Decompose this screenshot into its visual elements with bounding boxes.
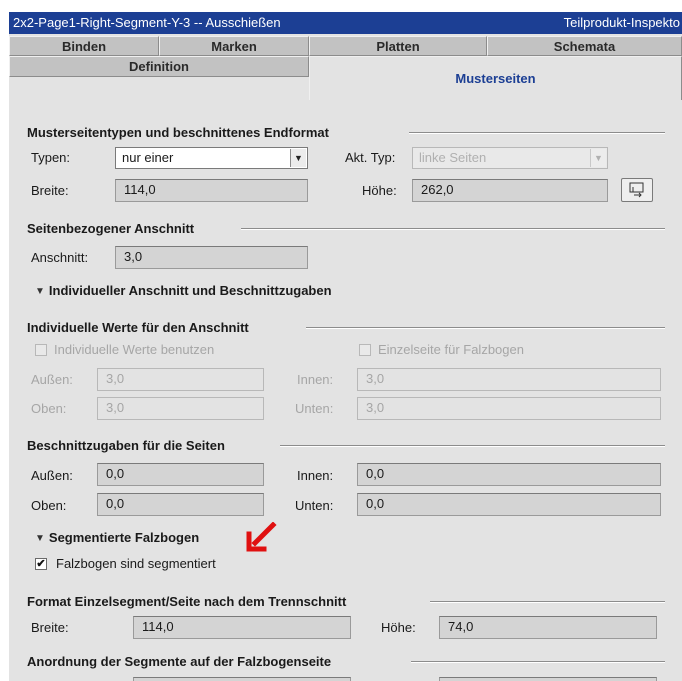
ind-innen-label: Innen: (297, 372, 334, 387)
aussen-field[interactable]: 0,0 (97, 463, 264, 486)
falzbogen-segmentiert-checkbox[interactable]: ✔ (35, 558, 47, 570)
oben-field[interactable]: 0,0 (97, 493, 264, 516)
typen-label: Typen: (31, 150, 71, 165)
ind-unten-field: 3,0 (357, 397, 661, 420)
individueller-anschnitt-toggle[interactable]: ▼ Individueller Anschnitt und Beschnittzu… (35, 283, 332, 298)
window-title: 2x2-Page1-Right-Segment-Y-3 -- Ausschieß… (13, 15, 281, 30)
ind-aussen-label: Außen: (31, 372, 73, 387)
red-arrow-icon (246, 522, 277, 552)
akt-typ-label: Akt. Typ: (345, 150, 396, 165)
breite-label: Breite: (31, 183, 69, 198)
individuelle-werte-heading: Individuelle Werte für den Anschnitt (27, 320, 249, 335)
anschnitt-label: Anschnitt: (31, 250, 89, 265)
ind-oben-label: Oben: (31, 401, 67, 416)
seitenbezogen-heading: Seitenbezogener Anschnitt (27, 221, 195, 236)
einzelseite-label: Einzelseite für Falzbogen (378, 342, 524, 357)
anordnung-field-left[interactable] (133, 677, 351, 681)
seg-hoehe-label: Höhe: (381, 620, 416, 635)
divider (409, 132, 665, 134)
unten-field[interactable]: 0,0 (357, 493, 661, 516)
oben-label: Oben: (31, 498, 67, 513)
segmentierte-falzbogen-toggle[interactable]: ▼ Segmentierte Falzbogen (35, 530, 199, 545)
typen-value: nur einer (122, 150, 174, 165)
segmentierte-falzbogen-label: Segmentierte Falzbogen (48, 530, 200, 545)
divider (306, 327, 665, 329)
individueller-anschnitt-label: Individueller Anschnitt und Beschnittzug… (48, 283, 332, 298)
innen-label: Innen: (297, 468, 334, 483)
ind-unten-label: Unten: (295, 401, 334, 416)
divider (280, 445, 665, 447)
triangle-down-icon: ▼ (35, 286, 45, 297)
beschnittzugaben-heading: Beschnittzugaben für die Seiten (27, 438, 225, 453)
seg-hoehe-field[interactable]: 74,0 (439, 616, 657, 639)
title-bar: 2x2-Page1-Right-Segment-Y-3 -- Ausschieß… (9, 12, 682, 34)
anordnung-heading: Anordnung der Segmente auf der Falzbogen… (27, 654, 332, 669)
format-einzelsegment-heading: Format Einzelsegment/Seite nach dem Tren… (27, 594, 347, 609)
einzelseite-checkbox (359, 344, 371, 356)
ind-oben-field: 3,0 (97, 397, 264, 420)
tab-definition[interactable]: Definition (9, 56, 309, 77)
divider (411, 661, 665, 663)
anordnung-field-right[interactable] (439, 677, 657, 681)
seg-breite-label: Breite: (31, 620, 69, 635)
divider (430, 601, 665, 603)
chevron-down-icon: ▼ (590, 149, 606, 167)
unten-label: Unten: (295, 498, 334, 513)
chevron-down-icon[interactable]: ▼ (290, 149, 306, 167)
seg-breite-field[interactable]: 114,0 (133, 616, 351, 639)
breite-field[interactable]: 114,0 (115, 179, 308, 202)
hoehe-field[interactable]: 262,0 (412, 179, 608, 202)
aussen-label: Außen: (31, 468, 73, 483)
anschnitt-field[interactable]: 3,0 (115, 246, 308, 269)
hoehe-label: Höhe: (362, 183, 397, 198)
akt-typ-value: linke Seiten (419, 150, 487, 165)
tab-schemata[interactable]: Schemata (487, 36, 682, 56)
swap-dimensions-icon (629, 182, 644, 198)
inspector-window: 2x2-Page1-Right-Segment-Y-3 -- Ausschieß… (0, 0, 682, 681)
tab-binden[interactable]: Binden (9, 36, 159, 56)
individuelle-werte-label: Individuelle Werte benutzen (54, 342, 215, 357)
innen-field[interactable]: 0,0 (357, 463, 661, 486)
divider (241, 228, 665, 230)
tab-marken[interactable]: Marken (159, 36, 309, 56)
typen-select[interactable]: nur einer ▼ (115, 147, 308, 169)
akt-typ-select: linke Seiten ▼ (412, 147, 608, 169)
individuelle-werte-checkbox (35, 344, 47, 356)
swap-dimensions-button[interactable] (621, 178, 653, 202)
window-right-title: Teilprodukt-Inspekto (563, 15, 680, 30)
inspector-panel: Binden Marken Platten Schemata Definitio… (9, 34, 682, 681)
triangle-down-icon: ▼ (35, 533, 45, 544)
falzbogen-segmentiert-label: Falzbogen sind segmentiert (56, 556, 216, 571)
tab-platten[interactable]: Platten (309, 36, 487, 56)
tab-musterseiten[interactable]: Musterseiten (309, 56, 682, 100)
ind-innen-field: 3,0 (357, 368, 661, 391)
ind-aussen-field: 3,0 (97, 368, 264, 391)
musterseiten-heading: Musterseitentypen und beschnittenes Endf… (27, 125, 329, 140)
